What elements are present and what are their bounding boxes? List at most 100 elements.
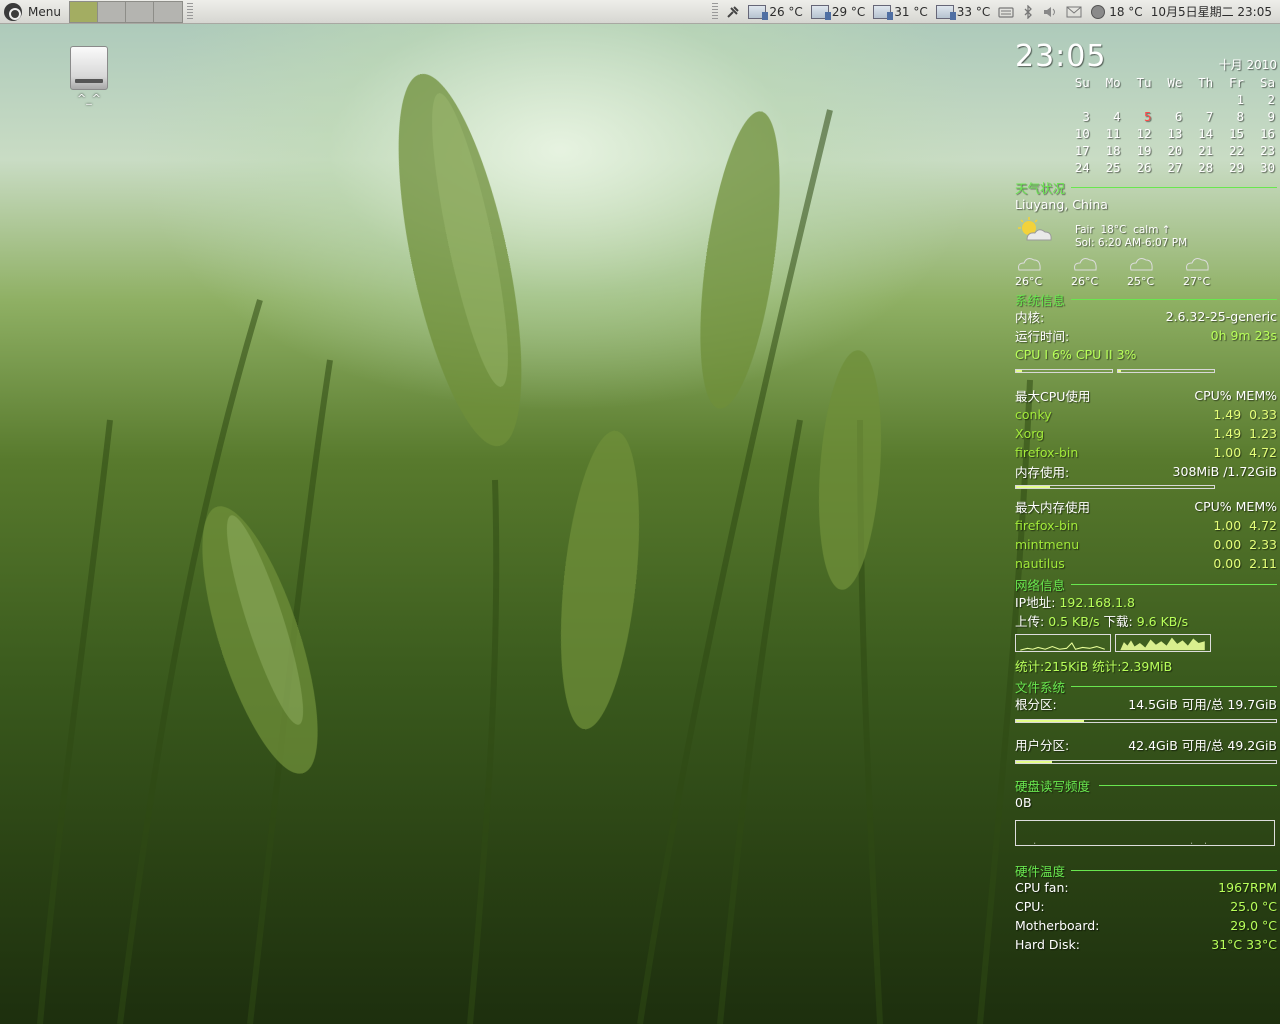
volume-icon[interactable] [1038, 5, 1062, 19]
panel-grip[interactable] [186, 2, 193, 21]
clock-applet[interactable]: 10月5日星期二 23:05 [1147, 3, 1276, 20]
top-mem-header: 最大内存使用 CPU% MEM% [1015, 499, 1277, 515]
calendar-day [1154, 91, 1185, 108]
workspace-1[interactable] [69, 1, 98, 22]
weather-section-header: 天气状况 [1015, 178, 1277, 196]
home-fs-row: 用户分区: 42.4GiB 可用/总 49.2GiB [1015, 738, 1277, 753]
fs-section-header: 文件系统 [1015, 677, 1277, 695]
desktop-drive-icon[interactable]: ^_^ [66, 46, 112, 112]
calendar-day: 17 [1074, 143, 1090, 158]
calendar-day [1092, 91, 1123, 108]
workspace-2[interactable] [97, 1, 126, 22]
calendar-day: 3 [1082, 109, 1090, 124]
cpu2-bar [1117, 369, 1215, 373]
calendar-week: 12 [1061, 91, 1277, 108]
weather-location: Liuyang, China [1015, 197, 1108, 212]
conky-month: 十月 2010 [1218, 58, 1277, 72]
drive-label: ^_^ [77, 92, 101, 105]
mail-icon[interactable] [1062, 5, 1086, 19]
calendar-day: 14 [1198, 126, 1214, 141]
fan-row: CPU fan: 1967RPM [1015, 880, 1277, 895]
forecast-day: 25°C [1127, 254, 1177, 288]
top-cpu-header: 最大CPU使用 CPU% MEM% [1015, 388, 1277, 404]
cloudy-icon [1130, 258, 1153, 271]
root-fs-row: 根分区: 14.5GiB 可用/总 19.7GiB [1015, 697, 1277, 712]
weather-applet[interactable]: 18 °C [1086, 4, 1146, 20]
uptime-row: 运行时间: 0h 9m 23s [1015, 328, 1277, 344]
hard-drive-icon [70, 46, 108, 90]
calendar-weekdays: Su Mo Tu We Th Fr Sa [1074, 75, 1275, 90]
diskio-graph [1015, 820, 1275, 846]
workspace-4[interactable] [153, 1, 182, 22]
calendar-day: 20 [1167, 143, 1183, 158]
calendar-day: 18 [1105, 143, 1121, 158]
top-panel: Menu 26 °C 29 °C 31 °C 33 °C 18 °C 10月5日… [0, 0, 1280, 24]
calendar-day: 19 [1136, 143, 1152, 158]
main-menu-button[interactable]: Menu [0, 0, 67, 24]
download-graph [1115, 634, 1211, 652]
cloudy-icon [1074, 258, 1097, 271]
forecast-day: 26°C [1071, 254, 1121, 288]
calendar-day: 12 [1136, 126, 1152, 141]
computer-temp-icon [810, 4, 831, 20]
temp-sensor-4[interactable]: 33 °C [932, 4, 994, 20]
top-mem-list: firefox-bin 1.00 4.72 mintmenu 0.00 2.33 nau… [1015, 516, 1277, 573]
workspace-3[interactable] [125, 1, 154, 22]
tray-grip [708, 2, 722, 21]
calendar-day: 24 [1074, 160, 1090, 175]
cloudy-icon [1186, 258, 1209, 271]
calendar-day: 5 [1144, 109, 1152, 124]
system-tray: 26 °C 29 °C 31 °C 33 °C 18 °C 10月5日星期二 2… [708, 0, 1280, 24]
sysinfo-section-header: 系统信息 [1015, 290, 1277, 308]
calendar-week: 3 4 5 6 7 8 9 [1061, 108, 1277, 125]
calendar-day: 9 [1267, 109, 1275, 124]
calendar-day: 8 [1236, 109, 1245, 124]
pin-icon[interactable] [722, 5, 744, 19]
computer-temp-icon [748, 4, 769, 20]
temp-sensor-1[interactable]: 26 °C [744, 4, 806, 20]
calendar-day [1123, 91, 1154, 108]
mb-temp-row: Motherboard: 29.0 °C [1015, 918, 1277, 933]
weather-current: Fair 18°C calm ↑ Sol: 6:20 AM-6:07 PM [1015, 216, 1277, 249]
bluetooth-icon[interactable] [1018, 4, 1038, 19]
calendar-day: 25 [1105, 160, 1121, 175]
process-row: firefox-bin 1.00 4.72 [1015, 445, 1277, 460]
calendar-day: 23 [1259, 143, 1275, 158]
calendar-day: 15 [1229, 126, 1245, 141]
calendar-day: 26 [1136, 160, 1152, 175]
keyboard-icon[interactable] [994, 5, 1018, 19]
kernel-row: 内核: 2.6.32-25-generic [1015, 309, 1277, 325]
diskio-value: 0B [1015, 795, 1032, 810]
calendar-day: 11 [1105, 126, 1121, 141]
diskio-section-header: 硬盘读写频度 [1015, 776, 1277, 794]
memory-row: 内存使用: 308MiB /1.72GiB [1015, 464, 1277, 480]
cloudy-icon [1018, 258, 1041, 271]
temp-sensor-3[interactable]: 31 °C [869, 4, 931, 20]
calendar-week: 17 18 19 20 21 22 23 [1061, 142, 1277, 159]
calendar-day: 4 [1113, 109, 1121, 124]
process-row: Xorg 1.49 1.23 [1015, 426, 1277, 441]
calendar-day: 27 [1167, 160, 1183, 175]
calendar-week: 10 11 12 13 14 15 16 [1061, 125, 1277, 142]
net-graphs [1015, 634, 1277, 652]
forecast-day: 27°C [1183, 254, 1233, 288]
cpu-temp-row: CPU: 25.0 °C [1015, 899, 1277, 914]
net-total-row: 统计:215KiB 统计:2.39MiB [1015, 659, 1173, 674]
calendar-day: 10 [1074, 126, 1090, 141]
partly-cloudy-icon [1018, 217, 1052, 241]
calendar-day [1184, 91, 1215, 108]
conky-monitor: 23:05 十月 2010 Su Mo Tu We Th Fr Sa 12345… [1015, 40, 1277, 954]
hdd-temp-row: Hard Disk: 31°C 33°C [1015, 937, 1277, 952]
calendar-day [1061, 91, 1092, 108]
temp-sensor-2[interactable]: 29 °C [807, 4, 869, 20]
calendar-day: 22 [1229, 143, 1245, 158]
cpu1-bar [1015, 369, 1113, 373]
process-row: nautilus 0.00 2.11 [1015, 556, 1277, 571]
home-fs-bar [1015, 760, 1277, 764]
root-fs-bar [1015, 719, 1277, 723]
workspace-switcher[interactable] [68, 0, 183, 23]
calendar-day: 29 [1229, 160, 1245, 175]
top-cpu-list: conky 1.49 0.33 Xorg 1.49 1.23 firefox-bin 1.… [1015, 405, 1277, 462]
calendar-day: 28 [1198, 160, 1214, 175]
network-section-header: 网络信息 [1015, 575, 1277, 593]
